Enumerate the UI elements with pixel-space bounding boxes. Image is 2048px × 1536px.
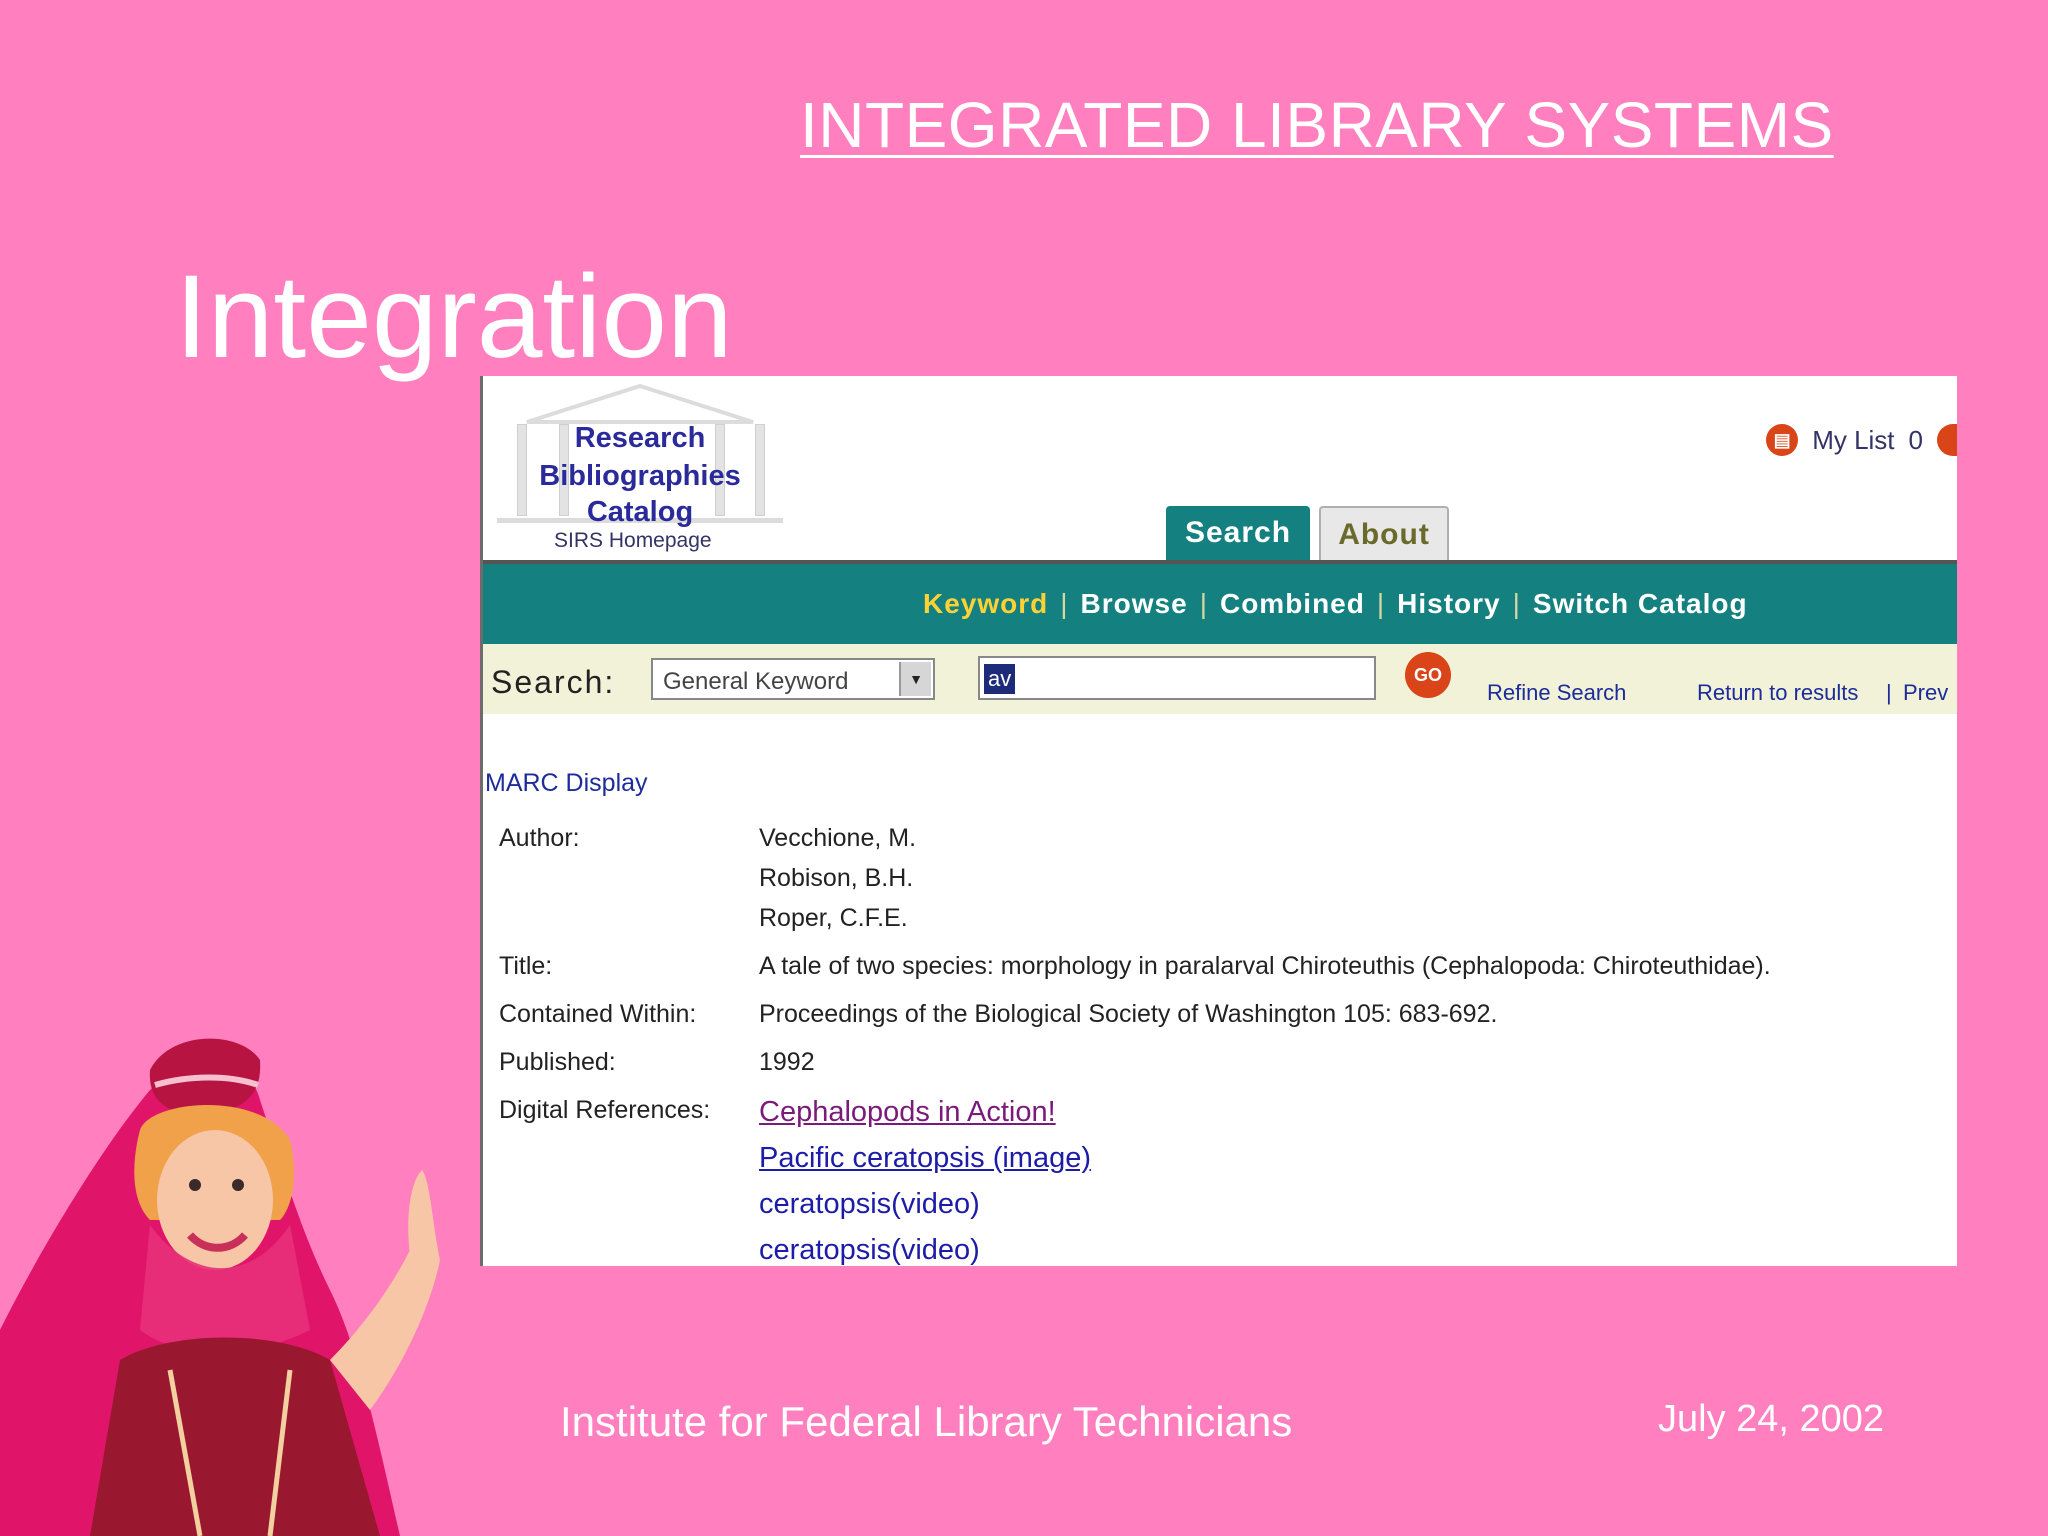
nav-keyword[interactable]: Keyword: [923, 588, 1048, 620]
digital-reference-link[interactable]: Pacific ceratopsis (image): [759, 1142, 1091, 1175]
nav-browse[interactable]: Browse: [1081, 588, 1188, 620]
catalog-screenshot: Research Bibliographies Catalog SIRS Hom…: [480, 376, 1957, 1266]
digital-reference-link[interactable]: ceratopsis(video): [759, 1234, 980, 1266]
search-label: Search:: [491, 664, 616, 700]
logo-line1: Research: [574, 422, 706, 454]
logo-line2: Bibliographies: [539, 460, 741, 492]
search-type-select[interactable]: General Keyword ▼: [651, 658, 935, 700]
tab-search[interactable]: Search: [1166, 506, 1310, 560]
author-label: Author:: [499, 824, 580, 852]
my-list-count: 0: [1908, 424, 1923, 455]
nav-combined[interactable]: Combined: [1220, 588, 1365, 620]
author-value: Vecchione, M.: [759, 824, 917, 852]
nav-history[interactable]: History: [1397, 588, 1500, 620]
roof-icon: [526, 384, 754, 424]
go-button[interactable]: GO: [1405, 652, 1451, 698]
nav-separator: |: [1512, 588, 1521, 619]
search-bar: Search: General Keyword ▼ av GO Refine S…: [483, 644, 1957, 714]
prev-link[interactable]: Prev: [1903, 680, 1948, 706]
marc-display-heading: MARC Display: [485, 769, 648, 797]
contained-within-value: Proceedings of the Biological Society of…: [759, 1000, 1498, 1028]
refine-search-link[interactable]: Refine Search: [1487, 680, 1626, 706]
slide-title: Integration: [175, 251, 733, 383]
search-input-value: av: [984, 664, 1016, 694]
nav-separator: |: [1199, 588, 1208, 619]
author-value: Robison, B.H.: [759, 864, 914, 892]
footer-date: July 24, 2002: [1658, 1398, 1885, 1440]
logo-line3: Catalog: [586, 496, 694, 528]
my-list[interactable]: ▤ My List 0: [1766, 424, 1957, 456]
search-type-value: General Keyword: [663, 668, 849, 695]
return-results-link[interactable]: Return to results: [1697, 680, 1858, 706]
logo-subtitle: SIRS Homepage: [554, 529, 712, 552]
nav-switch-catalog[interactable]: Switch Catalog: [1533, 588, 1748, 620]
tab-about[interactable]: About: [1319, 506, 1449, 562]
digital-reference-link[interactable]: Cephalopods in Action!: [759, 1096, 1056, 1129]
link-separator: |: [1886, 680, 1892, 705]
title-label: Title:: [499, 952, 553, 980]
chevron-down-icon[interactable]: ▼: [899, 662, 931, 696]
author-value: Roper, C.F.E.: [759, 904, 908, 932]
slide-header: INTEGRATED LIBRARY SYSTEMS: [800, 89, 1834, 161]
list-icon: [1937, 424, 1957, 456]
my-list-label: My List: [1812, 424, 1895, 455]
search-type-nav: Keyword | Browse | Combined | History | …: [483, 564, 1957, 644]
list-icon: ▤: [1766, 424, 1799, 456]
nav-separator: |: [1376, 588, 1386, 619]
title-value: A tale of two species: morphology in par…: [759, 952, 1771, 980]
contained-within-label: Contained Within:: [499, 1000, 697, 1028]
nav-separator: |: [1060, 588, 1069, 619]
catalog-logo[interactable]: Research Bibliographies Catalog SIRS Hom…: [497, 384, 783, 552]
genie-illustration: [0, 1038, 440, 1536]
digital-reference-link[interactable]: ceratopsis(video): [759, 1188, 980, 1221]
published-value: 1992: [759, 1048, 815, 1076]
search-input[interactable]: av: [978, 656, 1376, 700]
footer-institute: Institute for Federal Library Technician…: [560, 1398, 1293, 1445]
